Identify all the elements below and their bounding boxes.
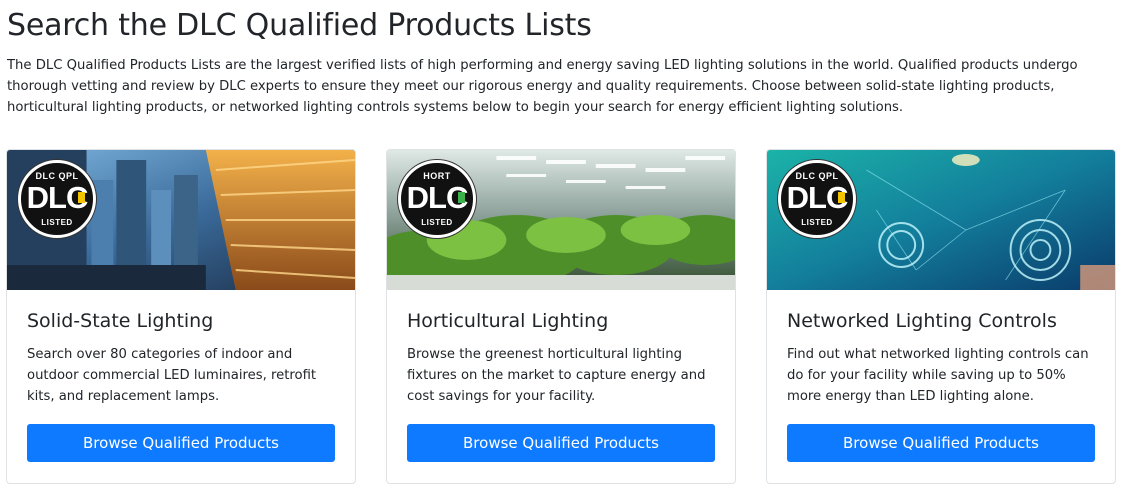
card-title: Horticultural Lighting bbox=[407, 310, 609, 332]
card-networked-lighting-controls: DLC QPL DLC LISTED Networked Lighting Co… bbox=[766, 149, 1116, 484]
card-solid-state-lighting: DLC QPL DLC LISTED Solid-State Lighting … bbox=[6, 149, 356, 484]
badge-bottom-text: LISTED bbox=[801, 218, 833, 227]
card-horticultural-lighting: HORT DLC LISTED Horticultural Lighting B… bbox=[386, 149, 736, 484]
card-body: Networked Lighting Controls Find out wha… bbox=[787, 310, 1097, 410]
networked-lighting-controls-image[interactable]: DLC QPL DLC LISTED bbox=[767, 150, 1115, 290]
dlc-qpl-logo: DLC QPL DLC LISTED bbox=[18, 160, 96, 238]
badge-main-text: DLC bbox=[26, 180, 89, 215]
card-title: Solid-State Lighting bbox=[27, 310, 214, 332]
card-title: Networked Lighting Controls bbox=[787, 310, 1057, 332]
browse-qualified-products-button[interactable]: Browse Qualified Products bbox=[27, 424, 335, 462]
card-text: Find out what networked lighting control… bbox=[787, 347, 1089, 404]
badge-main-text: DLC bbox=[406, 180, 469, 215]
dlc-hort-logo: HORT DLC LISTED bbox=[398, 160, 476, 238]
badge-main-text: DLC bbox=[786, 180, 849, 215]
card-body: Solid-State Lighting Search over 80 cate… bbox=[27, 310, 337, 410]
browse-qualified-products-button[interactable]: Browse Qualified Products bbox=[787, 424, 1095, 462]
dlc-qpl-logo: DLC QPL DLC LISTED bbox=[778, 160, 856, 238]
page-title: Search the DLC Qualified Products Lists bbox=[7, 8, 592, 43]
horticultural-lighting-image[interactable]: HORT DLC LISTED bbox=[387, 150, 735, 290]
browse-qualified-products-button[interactable]: Browse Qualified Products bbox=[407, 424, 715, 462]
card-text: Search over 80 categories of indoor and … bbox=[27, 347, 317, 404]
badge-bottom-text: LISTED bbox=[41, 218, 73, 227]
solid-state-lighting-image[interactable]: DLC QPL DLC LISTED bbox=[7, 150, 355, 290]
intro-paragraph: The DLC Qualified Products Lists are the… bbox=[7, 58, 1078, 115]
card-text: Browse the greenest horticultural lighti… bbox=[407, 347, 706, 404]
badge-bottom-text: LISTED bbox=[421, 218, 453, 227]
card-body: Horticultural Lighting Browse the greene… bbox=[407, 310, 717, 410]
